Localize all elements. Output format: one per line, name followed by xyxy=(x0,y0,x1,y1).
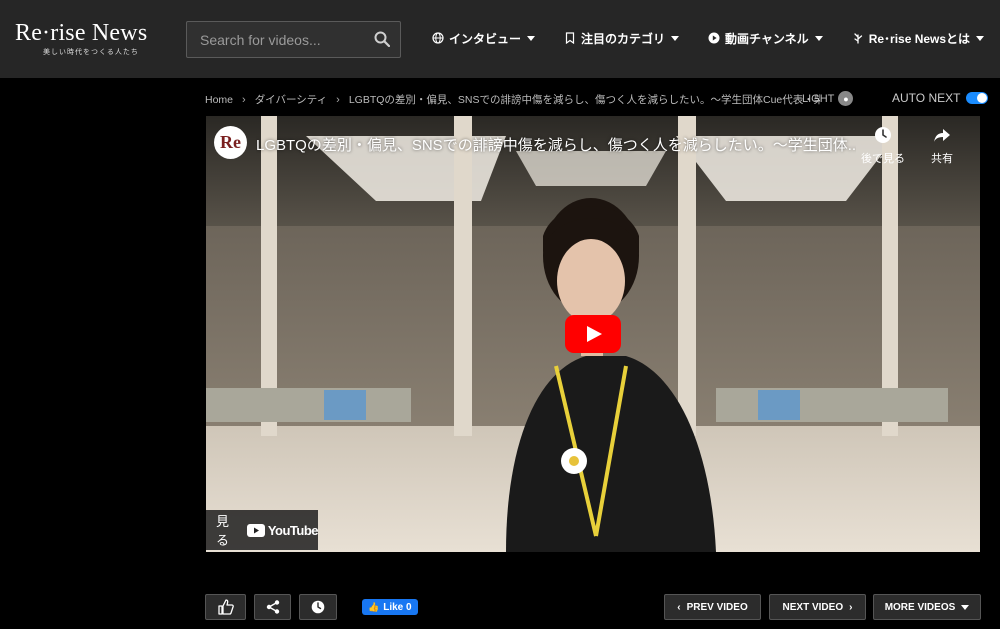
chevron-down-icon xyxy=(671,35,680,41)
youtube-wordmark: YouTube xyxy=(267,522,319,538)
nav-video-channel-label: 動画チャンネル xyxy=(725,31,809,46)
share-arrow-icon xyxy=(934,129,950,142)
search-box xyxy=(186,21,401,58)
logo-tagline: 美しい時代をつくる人たち xyxy=(43,49,139,56)
video-player[interactable]: Re LGBTQの差別・偏見、SNSでの誹謗中傷を減らし、傷つく人を減らしたい。… xyxy=(206,116,980,552)
light-label: LIGHT xyxy=(802,92,835,105)
chevron-down-icon xyxy=(961,604,970,610)
share-label: 共有 xyxy=(931,153,953,165)
chevron-right-icon: › xyxy=(336,93,340,106)
chevron-down-icon xyxy=(814,35,823,41)
auto-next-label: AUTO NEXT xyxy=(892,91,961,105)
nav-about[interactable]: Re･rise Newsとは xyxy=(852,30,985,47)
breadcrumb: Home › ダイバーシティ › LGBTQの差別・偏見、SNSでの誹謗中傷を減… xyxy=(205,92,820,107)
breadcrumb-category[interactable]: ダイバーシティ xyxy=(255,92,327,107)
facebook-thumb-icon: 👍 xyxy=(368,601,380,612)
share-bar-button[interactable] xyxy=(254,594,291,620)
chevron-down-icon xyxy=(527,35,536,41)
watch-later-button[interactable]: 後で見る xyxy=(858,126,908,166)
chevron-down-icon xyxy=(976,35,985,41)
more-videos-button[interactable]: MORE VIDEOS xyxy=(873,594,981,620)
nav-featured-categories-label: 注目のカテゴリ xyxy=(581,31,666,46)
site-logo[interactable]: Re·rise News 美しい時代をつくる人たち xyxy=(15,20,160,57)
breadcrumb-home[interactable]: Home xyxy=(205,94,233,106)
light-mode-toggle[interactable]: LIGHT ● xyxy=(802,91,854,106)
nav-featured-categories[interactable]: 注目のカテゴリ xyxy=(564,30,680,47)
watch-later-label: 後で見る xyxy=(861,153,905,165)
thumbs-up-icon xyxy=(217,599,234,615)
play-circle-icon xyxy=(708,32,720,44)
like-button[interactable] xyxy=(205,594,246,620)
nav-video-channel[interactable]: 動画チャンネル xyxy=(708,30,823,47)
toggle-switch[interactable] xyxy=(966,92,989,104)
globe-icon xyxy=(432,32,444,44)
chevron-left-icon: ‹ xyxy=(677,601,681,613)
facebook-like-label: Like 0 xyxy=(383,601,412,613)
nav-about-label: Re･rise Newsとは xyxy=(868,31,971,46)
prev-video-label: PREV VIDEO xyxy=(686,601,748,613)
search-input[interactable] xyxy=(187,22,367,57)
search-icon[interactable] xyxy=(374,31,390,47)
logo-title: Re·rise News xyxy=(15,20,148,46)
facebook-like-button[interactable]: 👍 Like 0 xyxy=(362,599,418,615)
clock-icon xyxy=(875,127,891,143)
share-button[interactable]: 共有 xyxy=(917,126,967,166)
leaf-icon xyxy=(854,33,862,44)
clock-icon xyxy=(311,600,325,614)
nav-interview[interactable]: インタビュー xyxy=(432,30,536,47)
watch-label: 見る xyxy=(216,514,230,548)
next-video-label: NEXT VIDEO xyxy=(782,601,844,613)
bookmark-icon xyxy=(565,32,575,44)
share-icon xyxy=(266,600,279,614)
next-video-button[interactable]: NEXT VIDEO › xyxy=(769,594,866,620)
youtube-logo: YouTube xyxy=(246,522,319,538)
more-videos-label: MORE VIDEOS xyxy=(884,601,956,613)
main-nav: インタビュー 注目のカテゴリ 動画チャンネル Re･rise Newsとは xyxy=(432,28,985,48)
prev-video-button[interactable]: ‹ PREV VIDEO xyxy=(664,594,761,620)
auto-next-toggle[interactable]: AUTO NEXT xyxy=(892,91,989,105)
site-header: Re·rise News 美しい時代をつくる人たち インタビュー 注目のカテゴリ xyxy=(0,0,1000,78)
chevron-right-icon: › xyxy=(849,601,853,613)
lightbulb-icon: ● xyxy=(838,91,854,106)
youtube-logo-icon xyxy=(246,523,265,537)
youtube-play-icon[interactable] xyxy=(565,315,621,353)
watch-later-bar-button[interactable] xyxy=(299,594,337,620)
chevron-right-icon: › xyxy=(242,93,246,106)
video-title[interactable]: LGBTQの差別・偏見、SNSでの誹謗中傷を減らし、傷つく人を減らしたい。〜学生… xyxy=(256,134,856,155)
breadcrumb-current: LGBTQの差別・偏見、SNSでの誹謗中傷を減らし、傷つく人を減らしたい。〜学生… xyxy=(348,94,820,106)
channel-avatar[interactable]: Re xyxy=(214,126,247,159)
nav-interview-label: インタビュー xyxy=(449,31,522,46)
watch-on-youtube-button[interactable]: 見る YouTube xyxy=(206,510,319,550)
